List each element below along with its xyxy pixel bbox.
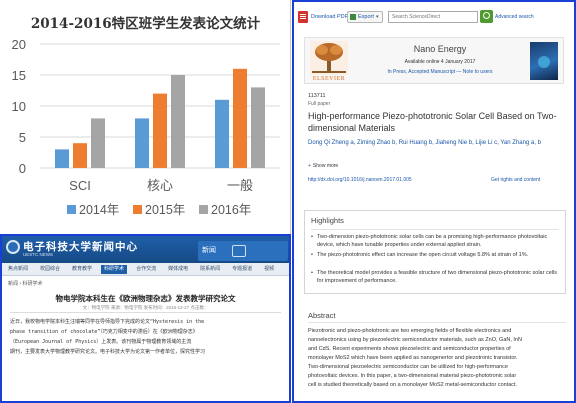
divider	[10, 312, 281, 313]
bar	[233, 68, 247, 168]
nav-item[interactable]: 视频	[261, 265, 277, 274]
news-header-panel[interactable]: 新闻	[198, 241, 288, 261]
x-tick-label: SCI	[69, 178, 91, 193]
highlight-item: The theoretical model provides a feasibl…	[311, 269, 559, 285]
journal-name[interactable]: Nano Energy	[365, 44, 515, 54]
y-tick-label: 10	[12, 99, 26, 114]
nav-item[interactable]: 院系新闻	[197, 265, 223, 274]
news-logo-sub: UESTC NEWS	[23, 252, 54, 257]
abstract-line: Two-dimensional piezoelectric semiconduc…	[308, 364, 508, 370]
export-button[interactable]: Export ▾	[347, 11, 383, 23]
article-type: Full paper	[308, 101, 331, 107]
nav-item[interactable]: 专题报道	[229, 265, 255, 274]
news-header-label: 新闻	[202, 247, 216, 254]
chart-panel: 0 5 10 15 20 SCI 核心 一般 2014年 2015年 2016年 2014-2016…	[0, 0, 291, 234]
download-pdf-link[interactable]: Download PDF	[311, 14, 348, 20]
bar-chart: 0 5 10 15 20 SCI 核心 一般 2014年 2015年 2016年	[12, 37, 280, 217]
abstract-line: monolayer MoS2 which have been applied a…	[308, 355, 518, 361]
bar	[73, 143, 87, 168]
bar	[55, 149, 69, 168]
university-logo-icon	[6, 240, 20, 254]
y-tick-label: 15	[12, 68, 26, 83]
news-header-icon	[232, 245, 246, 257]
highlight-item: Two-dimension piezo-phototronic solar ce…	[311, 233, 559, 249]
bar	[91, 118, 105, 168]
rights-link[interactable]: Get rights and content	[491, 177, 540, 183]
chart-title: 2014-2016特区班学生发表论文统计	[30, 16, 261, 32]
nav-item[interactable]: 媒体成电	[165, 265, 191, 274]
divider	[308, 322, 566, 323]
legend-label: 2014年	[79, 203, 119, 217]
news-nav-bar: 焦点新闻 校园综合 教育教学 科研学术 合作交流 媒体成电 院系新闻 专题报道 …	[2, 263, 289, 276]
export-label: Export	[358, 14, 374, 20]
news-screenshot: 电子科技大学新闻中心 UESTC NEWS 新闻 焦点新闻 校园综合 教育教学 …	[0, 234, 291, 403]
doi-link[interactable]: http://dx.doi.org/10.1016/j.nanoen.2017.…	[308, 177, 412, 183]
news-body-line: phase transition of chocolate”（巧克力相变中的滞后…	[10, 329, 198, 335]
paper-toolbar: Download PDF Export ▾ Advanced search	[294, 2, 574, 32]
pdf-icon[interactable]	[298, 11, 308, 23]
nav-item-active[interactable]: 科研学术	[101, 264, 128, 274]
abstract-line: and CdS. Recent experiments shows piezoe…	[308, 346, 511, 352]
show-more-label: Show more	[312, 163, 339, 169]
highlight-item: The piezo-phototronic effect can increas…	[311, 251, 559, 259]
bar	[215, 99, 229, 168]
article-title: High-performance Piezo-phototronic Solar…	[308, 111, 557, 133]
highlights-heading: Highlights	[311, 216, 344, 225]
plus-icon: +	[308, 163, 311, 169]
breadcrumb[interactable]: 新闻 › 科研学术	[8, 280, 42, 287]
highlights-section: Highlights Two-dimension piezo-phototron…	[304, 210, 566, 294]
abstract-line: photovoltaic devices. In this paper, a t…	[308, 373, 517, 379]
news-body-line: 期刊，主要发表大学物理教学研究论文。电子科技大学为论文第一作者单位，探究性学习	[10, 349, 206, 355]
search-input[interactable]	[388, 11, 478, 23]
abstract-line: Piezotronic and piezo-phototronic are tw…	[308, 328, 512, 334]
news-body-line: 近日，我校物电学院本科生汪瑞等同学在导师指导下完成的论文“Hysteresis …	[10, 319, 205, 325]
bar	[153, 93, 167, 168]
abstract-line: nanoelectronics using by piezoelectric s…	[308, 337, 522, 343]
y-tick-label: 20	[12, 37, 26, 52]
y-tick-label: 5	[19, 130, 26, 145]
export-icon	[350, 14, 356, 20]
y-tick-label: 0	[19, 161, 26, 176]
publisher-logo-text: ELSEVIER	[312, 76, 346, 82]
nav-item[interactable]: 教育教学	[69, 265, 95, 274]
paper-screenshot: Download PDF Export ▾ Advanced search EL…	[292, 0, 576, 403]
news-header: 电子科技大学新闻中心 UESTC NEWS 新闻	[2, 236, 289, 263]
abstract-heading: Abstract	[308, 311, 336, 320]
elsevier-tree-logo	[310, 41, 348, 75]
news-article-meta: 文：物电学院 来源：物电学院 发布时间：2016-12-27 点击数：	[82, 305, 209, 310]
bar	[171, 75, 185, 168]
legend-swatch	[199, 205, 208, 214]
news-article-title: 物电学院本科生在《欧洲物理杂志》发表教学研究论文	[55, 294, 236, 303]
bar	[251, 87, 265, 168]
manuscript-links[interactable]: In Press, Accepted Manuscript — Note to …	[365, 69, 515, 75]
journal-cover-image[interactable]	[530, 42, 558, 80]
nav-item[interactable]: 焦点新闻	[5, 265, 31, 274]
show-more-button[interactable]: + Show more	[308, 163, 338, 169]
abstract-line: cell is studied theoretically based on a…	[308, 382, 518, 388]
news-body-line: （European Journal of Physics）上发表。该刊物属于物理…	[10, 339, 192, 345]
available-online-date: Available online 4 January 2017	[404, 59, 476, 65]
legend-label: 2015年	[145, 203, 185, 217]
article-number: 113711	[308, 93, 326, 99]
advanced-search-link[interactable]: Advanced search	[495, 14, 534, 20]
x-tick-label: 核心	[147, 178, 173, 193]
nav-item[interactable]: 合作交流	[133, 265, 159, 274]
divider	[311, 229, 559, 230]
legend-label: 2016年	[211, 203, 251, 217]
search-button[interactable]	[480, 10, 493, 23]
journal-banner: ELSEVIER Nano Energy Available online 4 …	[304, 37, 564, 84]
legend-swatch	[133, 205, 142, 214]
chevron-down-icon: ▾	[376, 14, 379, 20]
author-list[interactable]: Dong Qi Zheng a, Ziming Zhao b, Rui Huan…	[308, 139, 570, 148]
nav-item[interactable]: 校园综合	[37, 265, 63, 274]
x-tick-label: 一般	[227, 178, 253, 193]
bar	[135, 118, 149, 168]
legend-swatch	[67, 205, 76, 214]
